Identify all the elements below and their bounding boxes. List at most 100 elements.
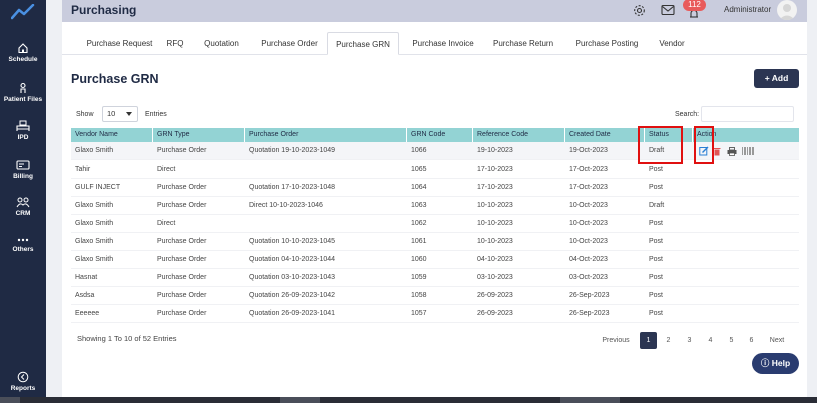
- cell-vendor-name: GULF INJECT: [75, 184, 121, 191]
- cell-created-date: 10-Oct-2023: [569, 202, 608, 209]
- cell-status: Post: [649, 220, 664, 227]
- sidebar-item-schedule[interactable]: Schedule: [0, 42, 46, 63]
- cell-created-date: 03-Oct-2023: [569, 274, 608, 281]
- table-row[interactable]: Hasnat Purchase Order Quotation 03-10-20…: [71, 269, 799, 287]
- sidebar-item-crm[interactable]: CRM: [0, 196, 46, 217]
- cell-grn-code: 1061: [411, 238, 427, 245]
- pagination-page-1[interactable]: 1: [640, 332, 657, 349]
- tab-quotation[interactable]: Quotation: [199, 32, 244, 55]
- add-button-label: Add: [771, 73, 789, 83]
- column-header-reference-code[interactable]: Reference Code: [473, 128, 528, 142]
- delete-icon[interactable]: [713, 147, 721, 156]
- cell-grn-type: Purchase Order: [157, 292, 207, 299]
- table-row[interactable]: Glaxo Smith Purchase Order Quotation 10-…: [71, 233, 799, 251]
- avatar[interactable]: [777, 0, 797, 20]
- cell-vendor-name: Glaxo Smith: [75, 220, 114, 227]
- tab-purchase-invoice[interactable]: Purchase Invoice: [410, 32, 476, 55]
- cell-reference-code: 10-10-2023: [477, 220, 513, 227]
- pagination-previous[interactable]: Previous: [598, 332, 634, 349]
- sidebar: Schedule Patient Files IPD Billing CRM O…: [0, 0, 46, 403]
- crm-icon: [16, 197, 30, 208]
- cell-vendor-name: Tahir: [75, 166, 91, 173]
- pagination-next[interactable]: Next: [764, 332, 790, 349]
- cell-reference-code: 03-10-2023: [477, 274, 513, 281]
- cell-status: Post: [649, 184, 664, 191]
- tab-rfq[interactable]: RFQ: [164, 32, 186, 55]
- tab-purchase-posting[interactable]: Purchase Posting: [570, 32, 644, 55]
- reports-icon: [17, 371, 29, 383]
- status-highlight-box: [638, 126, 683, 164]
- user-name[interactable]: Administrator: [724, 5, 771, 14]
- table-row[interactable]: Tahir Direct 1065 17-10-2023 17-Oct-2023…: [71, 161, 799, 179]
- dots-icon: [17, 238, 29, 242]
- cell-vendor-name: Eeeeee: [75, 310, 100, 317]
- pagination-page-6[interactable]: 6: [743, 332, 760, 349]
- notification-badge[interactable]: 112: [683, 0, 706, 11]
- taskbar-segment: [280, 397, 320, 403]
- table-row[interactable]: Eeeeee Purchase Order Quotation 26-09-20…: [71, 305, 799, 323]
- cell-reference-code: 17-10-2023: [477, 184, 513, 191]
- pagination-page-4[interactable]: 4: [702, 332, 719, 349]
- page-title: Purchasing: [71, 3, 137, 17]
- column-header-grn-type[interactable]: GRN Type: [153, 128, 190, 142]
- column-header-purchase-order[interactable]: Purchase Order: [245, 128, 298, 142]
- cell-vendor-name: Glaxo Smith: [75, 147, 114, 154]
- page-size-select[interactable]: 10: [102, 106, 138, 122]
- cell-purchase-order: [245, 215, 249, 233]
- cell-created-date: 17-Oct-2023: [569, 166, 608, 173]
- cell-grn-type: Purchase Order: [157, 238, 207, 245]
- pagination-page-3[interactable]: 3: [681, 332, 698, 349]
- sidebar-item-label: Schedule: [8, 56, 38, 63]
- cell-purchase-order: Quotation 10-10-2023-1045: [249, 238, 336, 245]
- table-row[interactable]: GULF INJECT Purchase Order Quotation 17-…: [71, 179, 799, 197]
- cell-reference-code: 26-09-2023: [477, 310, 513, 317]
- cell-created-date: 17-Oct-2023: [569, 184, 608, 191]
- cell-grn-type: Purchase Order: [157, 310, 207, 317]
- table-row[interactable]: Glaxo Smith Purchase Order Quotation 04-…: [71, 251, 799, 269]
- cell-created-date: 19-Oct-2023: [569, 147, 608, 154]
- column-header-created-date[interactable]: Created Date: [565, 128, 611, 142]
- pagination-page-2[interactable]: 2: [660, 332, 677, 349]
- search-input[interactable]: [701, 106, 794, 122]
- column-header-vendor-name[interactable]: Vendor Name: [71, 128, 118, 142]
- add-button[interactable]: + Add: [754, 69, 799, 88]
- top-header: Purchasing 112 Administrator: [62, 0, 807, 22]
- cell-grn-code: 1065: [411, 166, 427, 173]
- sidebar-item-billing[interactable]: Billing: [0, 159, 46, 180]
- billing-icon: [16, 160, 30, 170]
- tab-bar: Purchase Request RFQ Quotation Purchase …: [62, 32, 807, 55]
- cell-purchase-order: Quotation 04-10-2023-1044: [249, 256, 336, 263]
- table-row[interactable]: Asdsa Purchase Order Quotation 26-09-202…: [71, 287, 799, 305]
- tab-purchase-order[interactable]: Purchase Order: [256, 32, 323, 55]
- tab-purchase-request[interactable]: Purchase Request: [72, 32, 167, 55]
- table-row[interactable]: Glaxo Smith Purchase Order Quotation 19-…: [71, 142, 799, 160]
- cell-grn-code: 1058: [411, 292, 427, 299]
- cell-purchase-order: [245, 161, 249, 179]
- help-button[interactable]: ⓘ Help: [752, 353, 799, 374]
- table-row[interactable]: Glaxo Smith Purchase Order Direct 10-10-…: [71, 197, 799, 215]
- plus-icon: +: [764, 73, 770, 83]
- tab-purchase-return[interactable]: Purchase Return: [490, 32, 556, 55]
- tab-vendor[interactable]: Vendor: [655, 32, 689, 55]
- app-logo-icon[interactable]: [11, 4, 35, 20]
- cell-grn-type: Direct: [157, 220, 176, 227]
- mail-icon[interactable]: [661, 4, 675, 16]
- gear-icon[interactable]: [633, 4, 646, 17]
- tab-purchase-grn[interactable]: Purchase GRN: [327, 32, 399, 55]
- user-avatar-icon: [779, 4, 795, 20]
- taskbar-segment: [0, 397, 20, 403]
- sidebar-item-others[interactable]: Others: [0, 236, 46, 253]
- column-header-grn-code[interactable]: GRN Code: [407, 128, 445, 142]
- cell-grn-type: Purchase Order: [157, 147, 207, 154]
- barcode-icon[interactable]: [742, 147, 754, 155]
- cell-created-date: 04-Oct-2023: [569, 256, 608, 263]
- sidebar-item-reports[interactable]: Reports: [0, 371, 46, 392]
- cell-reference-code: 10-10-2023: [477, 238, 513, 245]
- sidebar-item-patient-files[interactable]: Patient Files: [0, 82, 46, 103]
- section-title: Purchase GRN: [71, 72, 159, 86]
- table-row[interactable]: Glaxo Smith Direct 1062 10-10-2023 10-Oc…: [71, 215, 799, 233]
- print-icon[interactable]: [727, 147, 737, 156]
- pagination-page-5[interactable]: 5: [723, 332, 740, 349]
- bed-icon: [16, 120, 30, 131]
- sidebar-item-ipd[interactable]: IPD: [0, 120, 46, 141]
